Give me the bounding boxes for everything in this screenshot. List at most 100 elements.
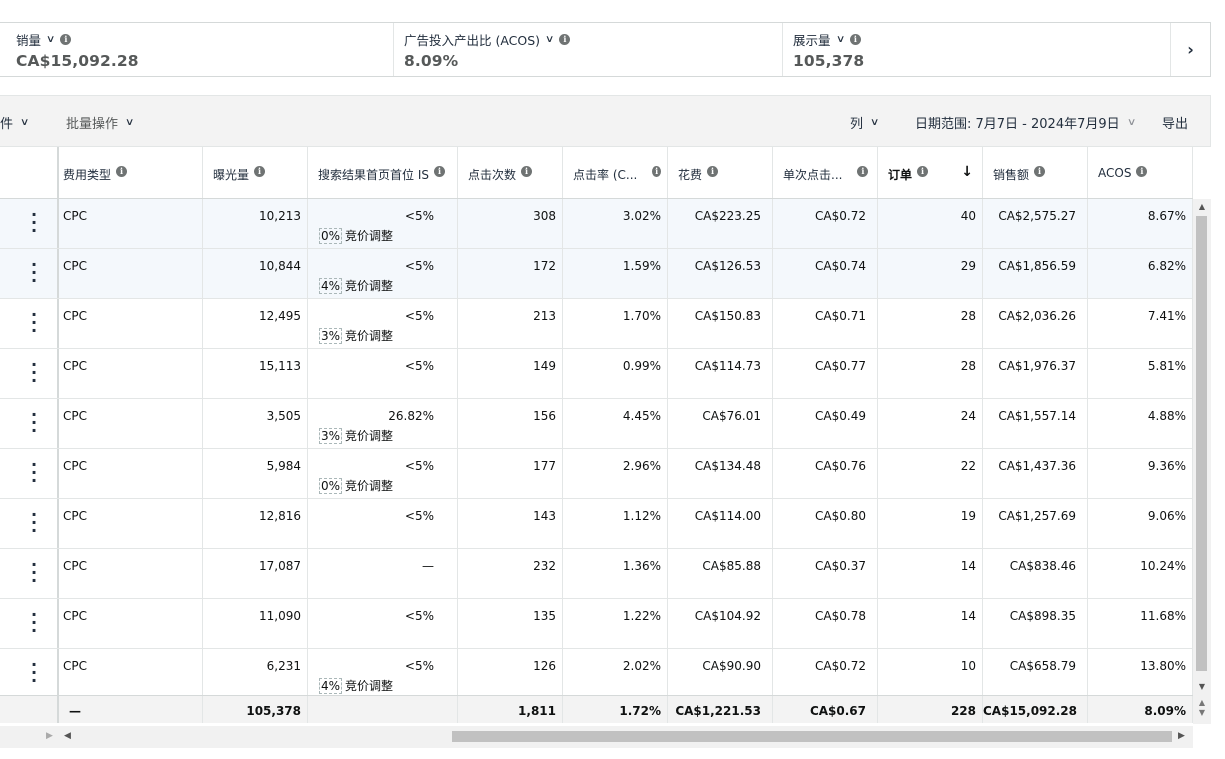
- cost-type-cell: CPC: [59, 199, 203, 248]
- info-icon[interactable]: i: [1034, 166, 1046, 177]
- cpc-cell: CA$0.72: [773, 649, 878, 698]
- top-of-search-is-cell: <5%: [308, 349, 458, 398]
- chevron-down-icon[interactable]: ∨: [835, 34, 845, 45]
- header-sales[interactable]: 销售额 i: [983, 147, 1088, 198]
- header-acos[interactable]: ACOS i: [1088, 147, 1193, 198]
- info-icon[interactable]: i: [60, 33, 72, 45]
- top-of-search-is-cell: 26.82% 3% 竞价调整: [308, 399, 458, 448]
- chevron-down-icon[interactable]: ∨: [545, 34, 555, 45]
- chevron-right-icon[interactable]: ›: [1171, 23, 1210, 76]
- header-cpc[interactable]: 单次点击... i: [773, 147, 878, 198]
- header-orders[interactable]: 订单 i ↓: [878, 147, 983, 198]
- header-spend[interactable]: 花费 i: [668, 147, 773, 198]
- metric-label: 广告投入产出比 (ACOS): [404, 32, 541, 48]
- scroll-up-icon[interactable]: ▲: [1193, 698, 1211, 708]
- more-options-icon[interactable]: · · ·: [25, 607, 43, 639]
- columns-dropdown[interactable]: 列 ∨: [850, 113, 879, 132]
- scroll-left-icon[interactable]: ◀: [64, 731, 71, 741]
- spend-cell: CA$104.92: [668, 599, 773, 648]
- info-icon[interactable]: i: [254, 166, 266, 177]
- scroll-up-icon[interactable]: ▲: [1193, 202, 1211, 211]
- info-icon[interactable]: i: [1136, 166, 1148, 177]
- cost-type-cell: CPC: [59, 349, 203, 398]
- scroll-right-icon[interactable]: ▶: [1178, 731, 1185, 741]
- top-is-value: <5%: [404, 259, 434, 273]
- metric-card-sales[interactable]: 销量 ∨ i CA$15,092.28: [0, 23, 394, 76]
- bid-adjustment-percent: 3%: [319, 328, 343, 344]
- top-of-search-is-cell: —: [308, 549, 458, 598]
- info-icon[interactable]: i: [849, 33, 861, 45]
- chevron-down-icon[interactable]: ∨: [46, 34, 56, 45]
- impressions-cell: 6,231: [203, 649, 308, 698]
- bid-adjustment[interactable]: 3% 竞价调整: [319, 327, 393, 344]
- bid-adjustment-label: 竞价调整: [345, 429, 394, 443]
- sort-descending-icon[interactable]: ↓: [961, 164, 973, 180]
- scroll-down-icon[interactable]: ▼: [1193, 708, 1211, 718]
- cost-type-cell: CPC: [59, 249, 203, 298]
- header-top-of-search-is[interactable]: 搜索结果首页首位 IS i: [308, 147, 458, 198]
- info-icon[interactable]: i: [559, 33, 571, 45]
- totals-clicks: 1,811: [458, 696, 563, 723]
- more-options-icon[interactable]: · · ·: [25, 507, 43, 539]
- bulk-actions-dropdown[interactable]: 批量操作 ∨: [66, 113, 134, 132]
- header-impressions[interactable]: 曝光量 i: [203, 147, 308, 198]
- sales-cell: CA$898.35: [983, 599, 1088, 648]
- row-actions-cell: · · ·: [0, 499, 59, 548]
- metric-label: 销量: [16, 32, 42, 48]
- bid-adjustment[interactable]: 0% 竞价调整: [319, 477, 393, 494]
- sales-cell: CA$838.46: [983, 549, 1088, 598]
- top-is-value: <5%: [404, 459, 434, 473]
- more-options-icon[interactable]: · · ·: [25, 257, 43, 289]
- info-icon[interactable]: i: [857, 166, 869, 177]
- header-ctr[interactable]: 点击率 (C... i: [563, 147, 668, 198]
- ctr-cell: 1.36%: [563, 549, 668, 598]
- more-options-icon[interactable]: · · ·: [25, 207, 43, 239]
- cpc-cell: CA$0.71: [773, 299, 878, 348]
- orders-cell: 40: [878, 199, 983, 248]
- table-row: · · · CPC <5% 0% 竞价调整 5,984 177 2.96% CA$134.48 CA$…: [0, 449, 1193, 499]
- scroll-down-icon[interactable]: ▼: [1193, 682, 1211, 691]
- info-icon[interactable]: i: [521, 166, 533, 177]
- bid-adjustment[interactable]: 0% 竞价调整: [319, 227, 393, 244]
- metric-card-impressions[interactable]: 展示量 ∨ i 105,378: [783, 23, 1171, 76]
- bid-adjustment[interactable]: 4% 竞价调整: [319, 677, 393, 694]
- info-icon[interactable]: i: [433, 166, 445, 177]
- vertical-scrollbar[interactable]: ▲ ▼: [1193, 199, 1211, 694]
- scrollbar-thumb[interactable]: [1196, 216, 1207, 671]
- top-is-value: <5%: [404, 209, 434, 223]
- top-is-value: <5%: [404, 309, 434, 323]
- info-icon[interactable]: i: [917, 166, 929, 177]
- sales-cell: CA$1,437.36: [983, 449, 1088, 498]
- impressions-cell: 12,495: [203, 299, 308, 348]
- more-options-icon[interactable]: · · ·: [25, 557, 43, 589]
- scrollbar-thumb[interactable]: [452, 731, 1172, 742]
- cpc-cell: CA$0.77: [773, 349, 878, 398]
- bid-adjustment[interactable]: 3% 竞价调整: [319, 427, 393, 444]
- more-options-icon[interactable]: · · ·: [25, 657, 43, 689]
- metric-card-acos[interactable]: 广告投入产出比 (ACOS) ∨ i 8.09%: [394, 23, 783, 76]
- horizontal-scrollbar[interactable]: ▶ ◀ ▶: [0, 726, 1193, 748]
- more-options-icon[interactable]: · · ·: [25, 457, 43, 489]
- totals-spend: CA$1,221.53: [668, 696, 773, 723]
- more-options-icon[interactable]: · · ·: [25, 307, 43, 339]
- orders-cell: 14: [878, 599, 983, 648]
- info-icon[interactable]: i: [652, 166, 661, 177]
- filter-dropdown[interactable]: 件 ∨: [0, 113, 29, 132]
- export-button[interactable]: 导出: [1162, 113, 1188, 132]
- more-options-icon[interactable]: · · ·: [25, 357, 43, 389]
- sales-cell: CA$1,856.59: [983, 249, 1088, 298]
- row-actions-cell: · · ·: [0, 599, 59, 648]
- bid-adjustment[interactable]: 4% 竞价调整: [319, 277, 393, 294]
- clicks-cell: 156: [458, 399, 563, 448]
- date-range-picker[interactable]: 日期范围: 7月7日 - 2024年7月9日 ∨: [915, 113, 1136, 132]
- header-clicks[interactable]: 点击次数 i: [458, 147, 563, 198]
- table-row: · · · CPC <5% 15,113 149 0.99% CA$114.73 CA$0.77 2…: [0, 349, 1193, 399]
- impressions-cell: 17,087: [203, 549, 308, 598]
- cost-type-cell: CPC: [59, 449, 203, 498]
- header-cost-type[interactable]: 费用类型 i: [59, 147, 203, 198]
- more-options-icon[interactable]: · · ·: [25, 407, 43, 439]
- info-icon[interactable]: i: [707, 166, 719, 177]
- info-icon[interactable]: i: [116, 166, 128, 177]
- totals-scroll-control[interactable]: ▲ ▼: [1193, 694, 1211, 724]
- row-actions-cell: · · ·: [0, 399, 59, 448]
